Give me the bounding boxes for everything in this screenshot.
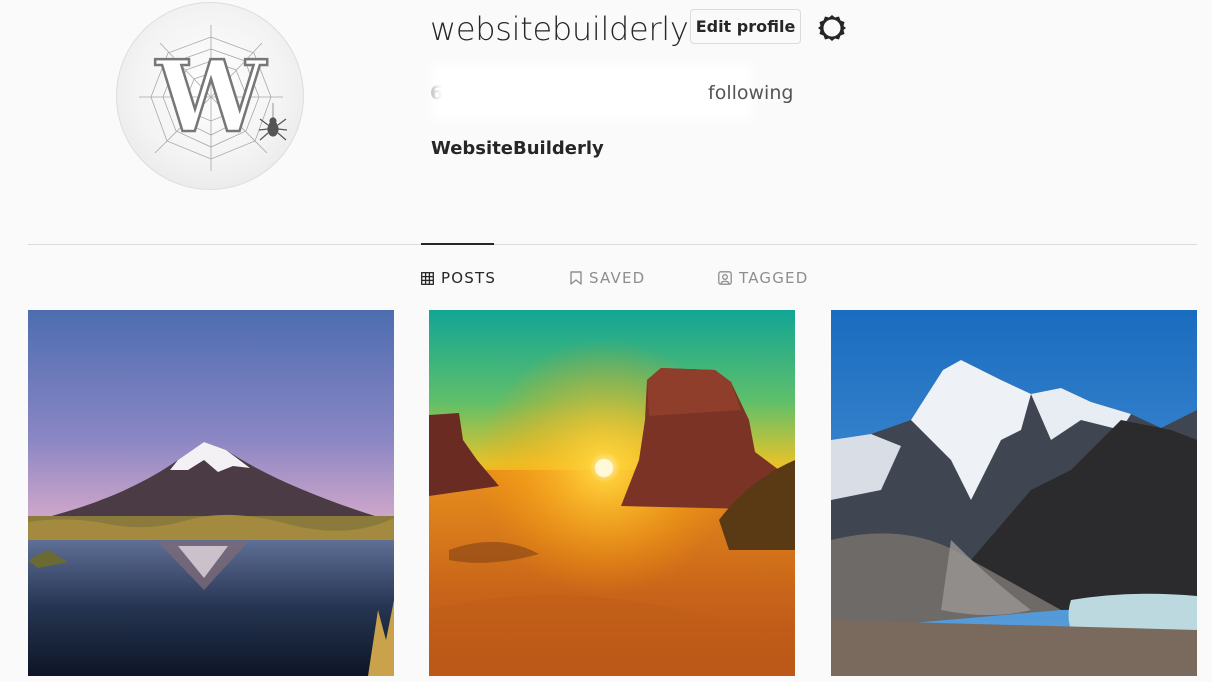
- tab-posts[interactable]: POSTS: [421, 268, 496, 288]
- bookmark-icon: [570, 271, 582, 285]
- edit-profile-button[interactable]: Edit profile: [690, 9, 801, 44]
- tabs-divider: [28, 244, 1197, 245]
- desert-sunset-image: [429, 310, 795, 676]
- profile-avatar[interactable]: W: [116, 2, 304, 190]
- spiderweb-logo-icon: W: [139, 25, 288, 171]
- tag-user-icon: [718, 271, 732, 285]
- tab-posts-label: POSTS: [441, 269, 497, 287]
- profile-username: websitebuilderly: [430, 10, 689, 48]
- svg-text:W: W: [155, 40, 268, 155]
- avatar: W: [116, 2, 304, 190]
- tab-saved-label: SAVED: [589, 269, 646, 287]
- tab-tagged[interactable]: TAGGED: [718, 268, 808, 288]
- mountain-glacier-image: [831, 310, 1197, 676]
- settings-gear-icon[interactable]: [816, 12, 848, 44]
- post-thumbnail-2[interactable]: [429, 310, 795, 676]
- redacted-stats-overlay: [432, 64, 752, 120]
- profile-stats: 6 following: [430, 64, 800, 120]
- post-thumbnail-1[interactable]: [28, 310, 394, 676]
- active-tab-indicator: [421, 243, 494, 245]
- tab-saved[interactable]: SAVED: [570, 268, 645, 288]
- grid-icon: [421, 271, 434, 285]
- volcano-lake-image: [28, 310, 394, 676]
- post-thumbnail-3[interactable]: [831, 310, 1197, 676]
- following-link[interactable]: following: [708, 82, 793, 104]
- tab-tagged-label: TAGGED: [739, 269, 809, 287]
- profile-full-name: WebsiteBuilderly: [431, 138, 604, 159]
